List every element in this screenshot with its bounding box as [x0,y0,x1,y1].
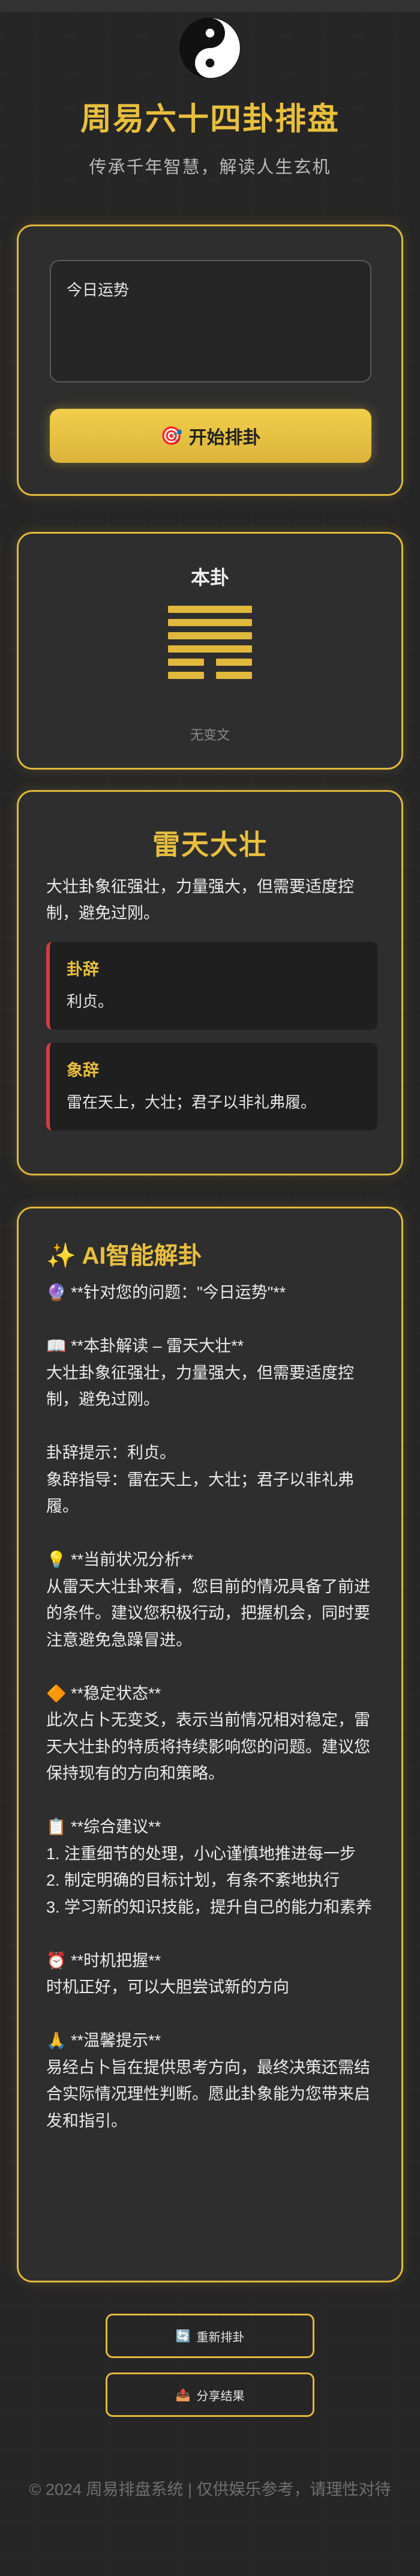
share-icon: 📤 [175,2388,191,2402]
ai-title: ✨ AI智能解卦 [46,1236,202,1271]
yao-segment [168,659,204,666]
hexagram-line-3-yang [168,632,252,639]
xiang-ci-block: 象辞 雷在天上，大壮；君子以非礼弗履。 [46,1043,377,1130]
hexagram-lines [168,606,252,685]
yao-segment [168,672,204,679]
footer-text: © 2024 周易排盘系统 | 仅供娱乐参考，请理性对待 [29,2481,391,2499]
hexagram-line-2-yang [168,619,252,626]
gua-description: 大壮卦象征强壮，力量强大，但需要适度控制，避免过刚。 [46,878,354,922]
start-button-label: 开始排卦 [188,428,261,448]
header: 周易六十四卦排盘 传承千年智慧，解读人生玄机 [0,12,420,178]
yao-segment [168,619,252,626]
hexagram-line-5-yin [168,659,252,666]
gua-info-card: 雷天大壮 大壮卦象征强壮，力量强大，但需要适度控制，避免过刚。 卦辞 利贞。 象… [17,790,403,1175]
redo-divination-button[interactable]: 🔄 重新排卦 [106,2314,314,2358]
yao-segment [168,606,252,613]
xiang-ci-text: 雷在天上，大壮；君子以非礼弗履。 [67,1093,317,1111]
top-bar [0,0,420,12]
question-card: 今日运势 🎯 开始排卦 [17,225,403,496]
yao-segment [216,659,252,666]
hexagram-label: 本卦 [190,567,229,588]
ai-title-text: AI智能解卦 [82,1243,202,1269]
page-subtitle: 传承千年智慧，解读人生玄机 [89,158,331,177]
ai-interpretation-text: 🔮 **针对您的问题："今日运势"** 📖 **本卦解读 – 雷天大壮** 大壮… [46,1283,373,2130]
gua-name: 雷天大壮 [152,829,268,860]
ai-interpretation-card: ✨ AI智能解卦 🔮 **针对您的问题："今日运势"** 📖 **本卦解读 – … [17,1207,403,2282]
sparkle-icon: ✨ [46,1243,76,1269]
yao-segment [216,672,252,679]
hexagram-line-6-yin [168,672,252,679]
target-icon: 🎯 [160,426,183,446]
hexagram-line-4-yang [168,645,252,653]
question-input[interactable]: 今日运势 [50,260,371,382]
page-title: 周易六十四卦排盘 [80,102,340,137]
start-divination-button[interactable]: 🎯 开始排卦 [50,409,371,463]
hexagram-card: 本卦 无变文 [17,532,403,770]
gua-ci-title: 卦辞 [67,961,99,979]
gua-ci-text: 利贞。 [67,992,114,1010]
yao-segment [168,645,252,653]
hexagram-line-1-yang [168,606,252,613]
no-change-text: 无变文 [190,728,230,743]
yin-yang-icon [179,17,241,79]
refresh-icon: 🔄 [175,2329,191,2343]
redo-button-label: 重新排卦 [196,2330,245,2344]
share-button-label: 分享结果 [196,2389,245,2403]
yao-segment [168,632,252,639]
share-result-button[interactable]: 📤 分享结果 [106,2372,314,2417]
gua-ci-block: 卦辞 利贞。 [46,942,377,1030]
xiang-ci-title: 象辞 [67,1061,99,1079]
